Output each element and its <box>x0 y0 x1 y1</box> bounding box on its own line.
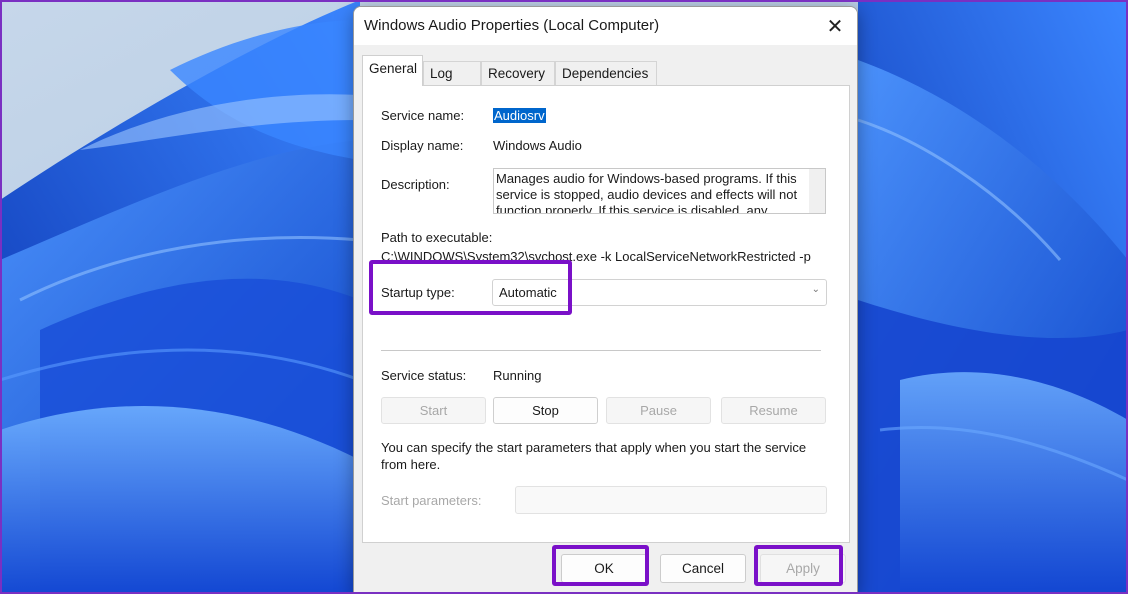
general-tab-panel: Service name: Audiosrv Display name: Win… <box>362 85 850 543</box>
resume-button[interactable]: Resume <box>721 397 826 424</box>
start-params-label: Start parameters: <box>381 493 482 508</box>
path-label: Path to executable: <box>381 230 493 245</box>
service-properties-dialog: Windows Audio Properties (Local Computer… <box>353 6 858 594</box>
service-name-label: Service name: <box>381 108 465 123</box>
tab-recovery[interactable]: Recovery <box>481 61 555 85</box>
service-name-selected-text[interactable]: Audiosrv <box>493 108 546 123</box>
apply-button[interactable]: Apply <box>760 554 846 583</box>
startup-type-selected-value: Automatic <box>499 285 557 300</box>
description-text: Manages audio for Windows-based programs… <box>496 171 798 214</box>
description-box[interactable]: Manages audio for Windows-based programs… <box>493 168 826 214</box>
start-params-hint-line2: from here. <box>381 457 441 472</box>
description-scrollbar[interactable] <box>809 169 825 213</box>
close-icon[interactable]: ✕ <box>813 7 857 45</box>
path-value[interactable]: C:\WINDOWS\System32\svchost.exe -k Local… <box>381 249 811 264</box>
ok-button[interactable]: OK <box>561 554 647 583</box>
window-title: Windows Audio Properties (Local Computer… <box>364 17 660 34</box>
description-label: Description: <box>381 177 450 192</box>
service-status-value: Running <box>493 368 542 383</box>
display-name-label: Display name: <box>381 138 464 153</box>
start-params-input[interactable] <box>515 486 827 514</box>
display-name-value[interactable]: Windows Audio <box>493 138 582 153</box>
service-status-label: Service status: <box>381 368 467 383</box>
tab-dependencies[interactable]: Dependencies <box>555 61 657 85</box>
pause-button[interactable]: Pause <box>606 397 711 424</box>
start-button[interactable]: Start <box>381 397 486 424</box>
startup-type-select[interactable]: Automatic ⌄ <box>492 279 827 306</box>
startup-type-label: Startup type: <box>381 285 455 300</box>
section-divider <box>381 350 821 351</box>
title-bar[interactable]: Windows Audio Properties (Local Computer… <box>354 7 857 45</box>
chevron-down-icon: ⌄ <box>811 284 820 295</box>
service-name-value[interactable]: Audiosrv <box>493 108 546 123</box>
tab-general[interactable]: General <box>362 55 423 86</box>
start-params-hint-line1: You can specify the start parameters tha… <box>381 440 807 455</box>
cancel-button[interactable]: Cancel <box>660 554 746 583</box>
stop-button[interactable]: Stop <box>493 397 598 424</box>
tab-log-on[interactable]: Log On <box>423 61 481 105</box>
